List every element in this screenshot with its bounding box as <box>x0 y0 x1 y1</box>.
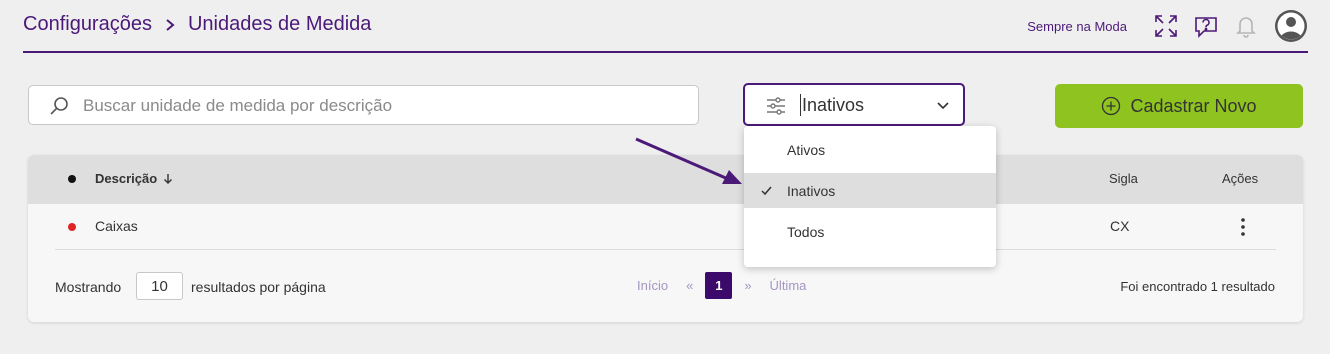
store-name[interactable]: Sempre na Moda <box>1027 19 1127 34</box>
pagination-prev[interactable]: « <box>686 278 693 293</box>
breadcrumb-configuracoes[interactable]: Configurações <box>23 13 152 36</box>
breadcrumb-current: Unidades de Medida <box>187 13 372 35</box>
bell-icon[interactable] <box>1232 12 1260 40</box>
chevron-down-icon <box>937 102 949 110</box>
sort-down-icon <box>164 173 173 184</box>
header-actions: Sempre na Moda <box>1027 9 1308 43</box>
pagination-next[interactable]: » <box>744 278 751 293</box>
filter-dropdown-menu: Ativos Inativos Todos <box>744 126 996 267</box>
cell-sigla: CX <box>1110 218 1130 234</box>
user-avatar-icon[interactable] <box>1274 9 1308 43</box>
text-cursor <box>800 94 801 116</box>
results-count: Foi encontrado 1 resultado <box>1120 279 1275 294</box>
filter-option-ativos[interactable]: Ativos <box>744 132 996 167</box>
fullscreen-icon[interactable] <box>1152 12 1180 40</box>
table-footer: Mostrando resultados por página Início «… <box>28 271 1303 301</box>
column-sigla[interactable]: Sigla <box>1109 171 1138 186</box>
column-acoes: Ações <box>1222 171 1259 186</box>
status-filter-select[interactable]: Inativos <box>743 83 965 126</box>
check-icon <box>761 186 772 196</box>
search-icon <box>50 97 68 115</box>
cadastrar-novo-label: Cadastrar Novo <box>1130 95 1257 116</box>
search-input[interactable] <box>83 94 683 118</box>
chevron-right-icon <box>166 18 175 31</box>
filter-option-inativos[interactable]: Inativos <box>744 173 996 208</box>
pagination-last[interactable]: Última <box>770 278 807 293</box>
filter-option-todos[interactable]: Todos <box>744 214 996 249</box>
filter-sliders-icon <box>767 97 785 115</box>
annotation-arrow-icon <box>635 137 742 184</box>
pagination-first[interactable]: Início <box>637 278 668 293</box>
pagination: Início « 1 » Última <box>637 272 806 299</box>
per-page-input[interactable] <box>136 272 183 300</box>
pagination-current-page[interactable]: 1 <box>705 272 733 299</box>
per-page-label: resultados por página <box>191 279 326 295</box>
plus-circle-icon <box>1102 96 1121 116</box>
search-box <box>28 85 699 125</box>
top-header: Configurações Unidades de Medida Sempre … <box>23 0 1308 53</box>
more-actions-icon[interactable] <box>1237 214 1249 240</box>
filter-selected-value: Inativos <box>802 95 865 115</box>
cadastrar-novo-button[interactable]: Cadastrar Novo <box>1055 84 1303 128</box>
showing-label: Mostrando <box>55 279 122 295</box>
column-descricao[interactable]: Descrição <box>95 171 173 186</box>
status-column-dot <box>68 175 76 183</box>
cell-descricao: Caixas <box>95 218 138 234</box>
help-icon[interactable] <box>1192 12 1220 40</box>
table-row[interactable]: Caixas CX <box>55 204 1276 250</box>
status-inactive-dot <box>68 223 76 231</box>
breadcrumb: Configurações Unidades de Medida <box>23 13 371 36</box>
